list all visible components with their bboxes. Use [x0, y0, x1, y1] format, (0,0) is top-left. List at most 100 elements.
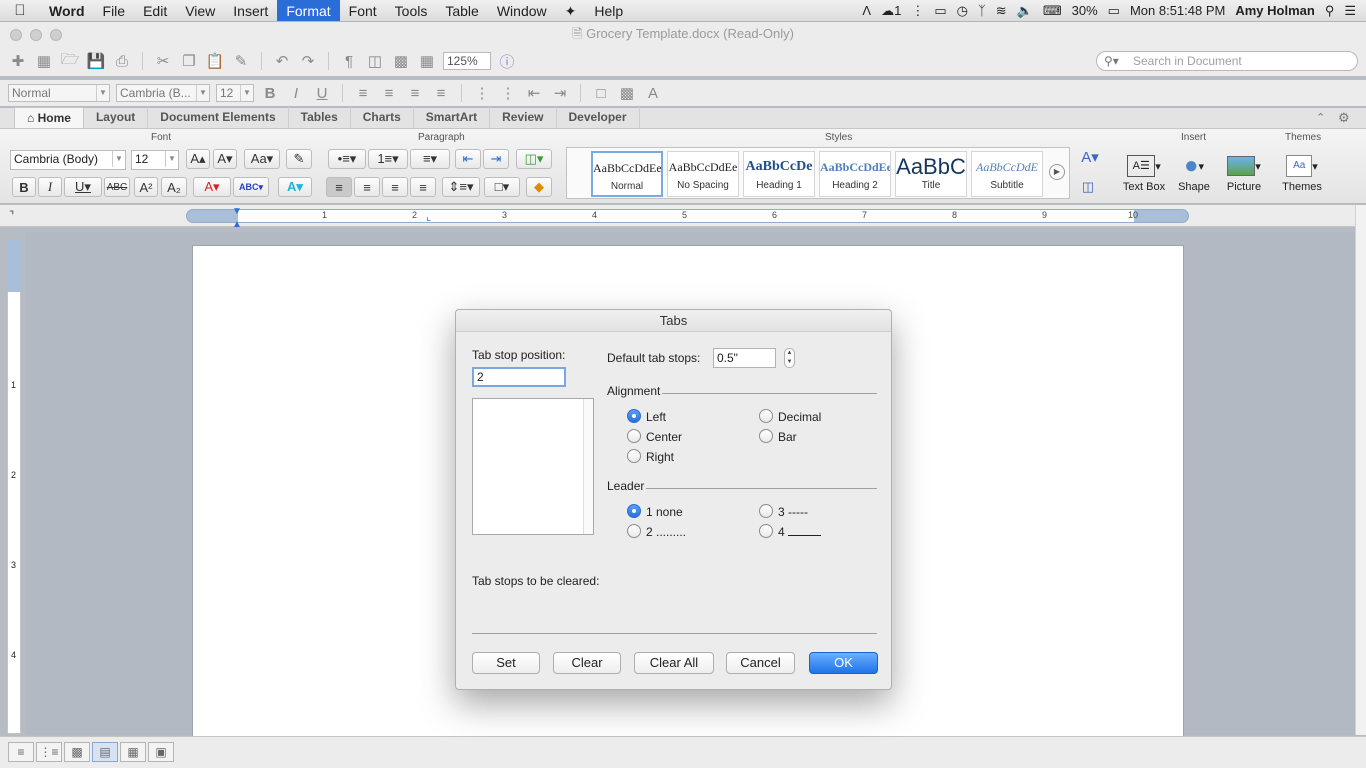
- notification-center-icon[interactable]: ☰: [1344, 3, 1356, 19]
- keyboard-icon[interactable]: ⌨: [1043, 3, 1062, 19]
- menu-table[interactable]: Table: [436, 0, 487, 21]
- default-tab-stops-stepper[interactable]: ▲ ▼: [784, 348, 795, 368]
- ribbon-bold-button[interactable]: B: [12, 177, 36, 197]
- clear-formatting-button[interactable]: ✎: [286, 149, 312, 169]
- cloud-sync-icon[interactable]: ☁1: [881, 3, 901, 19]
- battery-icon[interactable]: ▭: [1108, 3, 1120, 19]
- ribbon-numbering-button[interactable]: 1≡▾: [368, 149, 408, 169]
- text-effects-button[interactable]: A▾: [278, 177, 312, 197]
- airplay-icon[interactable]: ▭: [934, 3, 946, 19]
- gallery-icon[interactable]: ▩: [391, 52, 411, 70]
- toolbox-icon[interactable]: ▦: [417, 52, 437, 70]
- open-icon[interactable]: 🗁: [60, 51, 80, 70]
- shrink-font-button[interactable]: A▾: [213, 149, 237, 169]
- alignment-decimal-radio[interactable]: [759, 409, 773, 423]
- menu-script-icon[interactable]: ✦: [556, 0, 586, 21]
- ok-button[interactable]: OK: [809, 652, 878, 674]
- undo-icon[interactable]: ↶: [272, 52, 292, 70]
- style-subtitle[interactable]: AaBbCcDdE Subtitle: [971, 151, 1043, 197]
- dots-icon[interactable]: ⋮: [911, 3, 924, 19]
- leader-none-radio[interactable]: [627, 504, 641, 518]
- leader-underline-radio[interactable]: [759, 524, 773, 538]
- alignment-left-radio[interactable]: [627, 409, 641, 423]
- ribbon-decrease-indent-button[interactable]: ⇤: [455, 149, 481, 169]
- ribbon-borders-button[interactable]: □▾: [484, 177, 520, 197]
- tab-tables[interactable]: Tables: [289, 107, 351, 128]
- menu-edit[interactable]: Edit: [134, 0, 176, 21]
- subscript-button[interactable]: A₂: [161, 177, 187, 197]
- print-layout-view-icon[interactable]: ▤: [92, 742, 118, 762]
- increase-indent-icon[interactable]: ⇥: [550, 84, 570, 102]
- menu-tools[interactable]: Tools: [386, 0, 437, 21]
- strikethrough-button[interactable]: ABC: [104, 177, 130, 197]
- clock[interactable]: Mon 8:51:48 PM: [1130, 3, 1225, 18]
- decrease-indent-icon[interactable]: ⇤: [524, 84, 544, 102]
- menu-window[interactable]: Window: [488, 0, 556, 21]
- menu-insert[interactable]: Insert: [224, 0, 277, 21]
- publishing-view-icon[interactable]: ▩: [64, 742, 90, 762]
- change-case-button[interactable]: Aa▾: [244, 149, 280, 169]
- numbered-list-icon[interactable]: ⋮: [472, 84, 492, 102]
- ribbon-underline-button[interactable]: U▾: [64, 177, 102, 197]
- ribbon-font-name-select[interactable]: Cambria (Body) ▼: [10, 150, 126, 170]
- align-right-icon[interactable]: ≡: [405, 84, 425, 102]
- spotlight-icon[interactable]: ⚲: [1325, 3, 1335, 19]
- close-window-button[interactable]: [10, 29, 22, 41]
- ribbon-settings-icon[interactable]: ⚙: [1338, 110, 1350, 126]
- paste-icon[interactable]: 📋: [205, 52, 225, 70]
- zoom-window-button[interactable]: [50, 29, 62, 41]
- bluetooth-icon[interactable]: ᛉ: [978, 3, 986, 18]
- tab-home[interactable]: ⌂ Home: [14, 107, 84, 128]
- cancel-button[interactable]: Cancel: [726, 652, 795, 674]
- style-title[interactable]: AaBbC Title: [895, 151, 967, 197]
- minimize-window-button[interactable]: [30, 29, 42, 41]
- bullet-list-icon[interactable]: ⋮: [498, 84, 518, 102]
- ribbon-justify-button[interactable]: ≡: [410, 177, 436, 197]
- focus-view-icon[interactable]: ▣: [148, 742, 174, 762]
- show-formatting-icon[interactable]: ¶: [339, 52, 359, 70]
- menu-view[interactable]: View: [176, 0, 224, 21]
- set-button[interactable]: Set: [472, 652, 540, 674]
- style-select[interactable]: Normal ▼: [8, 84, 110, 102]
- ribbon-align-center-button[interactable]: ≡: [354, 177, 380, 197]
- ribbon-align-left-button[interactable]: ≡: [326, 177, 352, 197]
- help-icon[interactable]: ⓘ: [497, 52, 517, 71]
- superscript-button[interactable]: A²: [134, 177, 158, 197]
- zoom-select[interactable]: 125%: [443, 52, 491, 70]
- ribbon-font-color-button[interactable]: A▾: [193, 177, 231, 197]
- grow-font-button[interactable]: A▴: [186, 149, 210, 169]
- styles-next-icon[interactable]: ▶: [1049, 164, 1065, 180]
- font-color-icon[interactable]: A: [643, 84, 663, 102]
- tab-developer[interactable]: Developer: [557, 107, 640, 128]
- ruler-text-area[interactable]: 1 2 3 4 5 6 7 8 9 10: [238, 210, 1138, 222]
- bold-icon[interactable]: B: [260, 84, 280, 102]
- style-heading-2[interactable]: AaBbCcDdEe Heading 2: [819, 151, 891, 197]
- ribbon-highlight-button[interactable]: ABC▾: [233, 177, 269, 197]
- ribbon-increase-indent-button[interactable]: ⇥: [483, 149, 509, 169]
- tab-document-elements[interactable]: Document Elements: [148, 107, 289, 128]
- insert-text-box-button[interactable]: A☰ ▾ Text Box: [1118, 151, 1170, 193]
- font-size-select[interactable]: 12 ▼: [216, 84, 254, 102]
- default-tab-stops-input[interactable]: 0.5": [713, 348, 776, 368]
- ribbon-bullets-button[interactable]: •≡▾: [328, 149, 366, 169]
- tab-review[interactable]: Review: [490, 107, 557, 128]
- collapse-ribbon-icon[interactable]: ⌃: [1316, 111, 1325, 124]
- columns-button[interactable]: ◫▾: [516, 149, 552, 169]
- volume-icon[interactable]: 🔈: [1017, 3, 1033, 19]
- underline-icon[interactable]: U: [312, 84, 332, 102]
- left-indent-marker[interactable]: ▲: [232, 219, 242, 230]
- borders-icon[interactable]: □: [591, 84, 611, 102]
- user-name[interactable]: Amy Holman: [1235, 3, 1314, 18]
- style-normal[interactable]: AaBbCcDdEe Normal: [591, 151, 663, 197]
- font-select[interactable]: Cambria (B... ▼: [116, 84, 210, 102]
- search-input[interactable]: ⚲▾ Search in Document: [1096, 51, 1358, 71]
- vertical-scrollbar[interactable]: [1355, 205, 1366, 735]
- format-painter-icon[interactable]: ✎: [231, 52, 251, 70]
- menu-font[interactable]: Font: [340, 0, 386, 21]
- first-line-indent-marker[interactable]: ▼: [232, 206, 242, 217]
- tab-stops-list[interactable]: [472, 398, 594, 535]
- menu-file[interactable]: File: [94, 0, 135, 21]
- time-machine-icon[interactable]: ◷: [957, 3, 968, 19]
- tab-layout[interactable]: Layout: [84, 107, 149, 128]
- tab-stop-position-input[interactable]: 2: [472, 367, 566, 387]
